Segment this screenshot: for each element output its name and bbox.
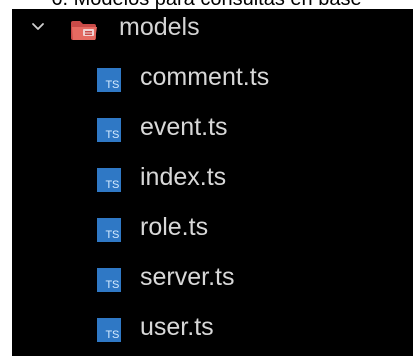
file-row-role-ts[interactable]: TS role.ts [12,211,413,247]
typescript-file-icon-text: TS [105,229,120,241]
typescript-file-icon: TS [97,218,121,242]
typescript-file-icon-text: TS [105,129,120,141]
file-label: role.ts [140,213,209,241]
typescript-file-icon-text: TS [105,79,120,91]
file-label: user.ts [140,313,214,341]
folder-open-icon [71,21,97,40]
typescript-file-icon-text: TS [105,279,120,291]
file-row-server-ts[interactable]: TS server.ts [12,261,413,297]
file-row-comment-ts[interactable]: TS comment.ts [12,61,413,97]
file-list: TS comment.ts TS event.ts TS index.ts TS [12,54,413,354]
folder-label: models [119,13,200,41]
file-row-user-ts[interactable]: TS user.ts [12,311,413,347]
typescript-file-icon: TS [97,68,121,92]
typescript-file-icon: TS [97,168,121,192]
file-explorer: models TS comment.ts TS event.ts TS inde… [12,9,413,356]
file-label: index.ts [140,163,227,191]
typescript-file-icon-text: TS [105,329,120,341]
typescript-file-icon-text: TS [105,179,120,191]
page: 6. Modelos para consultas en base models… [0,0,413,356]
typescript-file-icon: TS [97,268,121,292]
file-label: server.ts [140,263,235,291]
chevron-down-icon[interactable] [31,20,45,34]
file-row-index-ts[interactable]: TS index.ts [12,161,413,197]
file-label: comment.ts [140,63,270,91]
typescript-file-icon: TS [97,118,121,142]
caption-text: 6. Modelos para consultas en base [0,0,413,9]
file-row-event-ts[interactable]: TS event.ts [12,111,413,147]
typescript-file-icon: TS [97,318,121,342]
folder-row-models[interactable]: models [12,9,413,45]
file-label: event.ts [140,113,228,141]
